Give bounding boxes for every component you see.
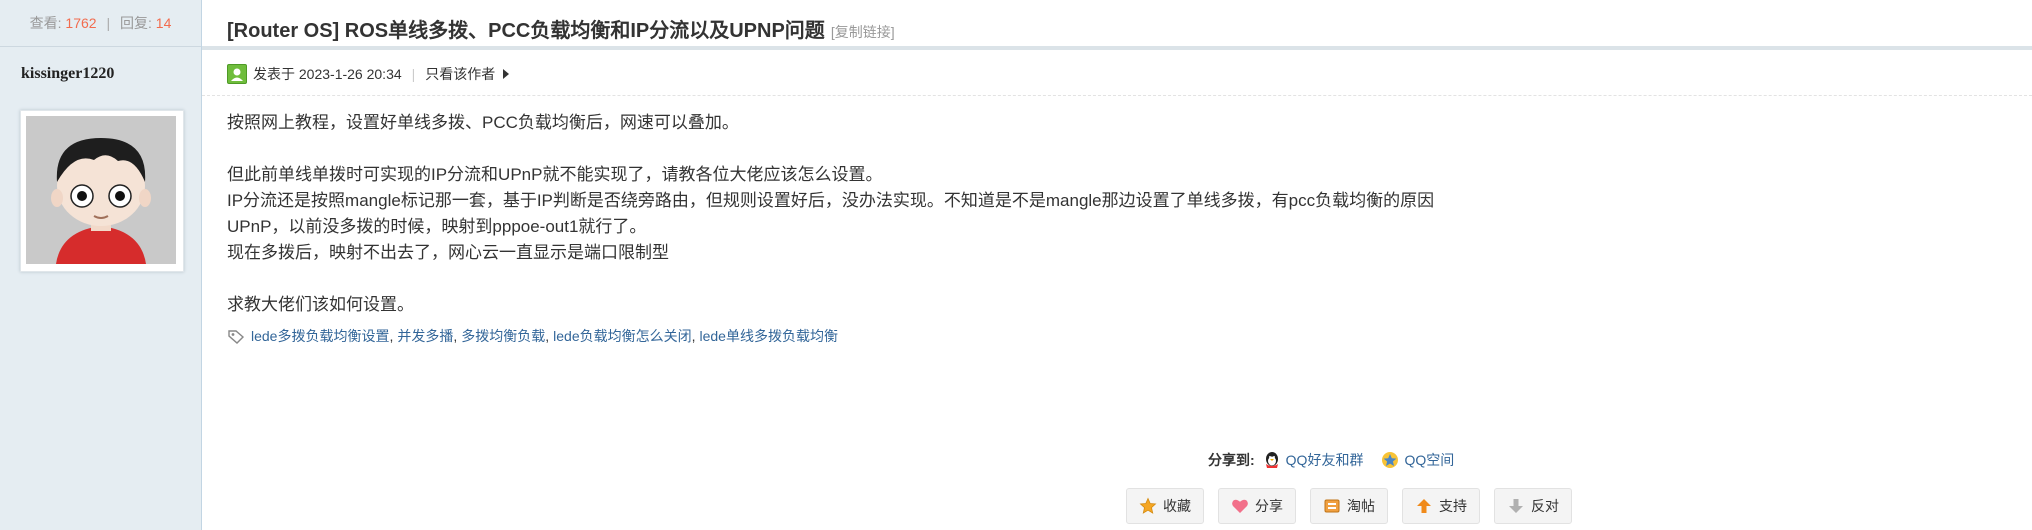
post-content: 按照网上教程，设置好单线多拨、PCC负载均衡后，网速可以叠加。 但此前单线单拨时…	[227, 110, 1927, 318]
views-label: 查看:	[29, 15, 62, 31]
share-label-button: 分享	[1255, 498, 1283, 514]
tag-link[interactable]: lede多拨负载均衡设置	[251, 326, 389, 346]
share-qzone[interactable]: QQ空间	[1381, 450, 1454, 470]
author-sidebar: 查看: 1762 | 回复: 14 kissinger1220	[0, 0, 202, 530]
share-bar: 分享到: QQ好友和群 QQ空间	[1208, 450, 1472, 470]
user-online-icon	[227, 64, 247, 84]
only-author-link[interactable]: 只看该作者	[425, 64, 495, 84]
tag-separator: ,	[453, 328, 458, 344]
avatar[interactable]	[20, 110, 184, 272]
share-qq-friends[interactable]: QQ好友和群	[1263, 450, 1364, 470]
meta-separator	[202, 95, 2032, 96]
tag-link[interactable]: lede单线多拨负载均衡	[700, 326, 838, 346]
share-button[interactable]: 分享	[1218, 488, 1296, 524]
box-icon	[1324, 499, 1340, 513]
qzone-star-icon	[1382, 452, 1399, 468]
thread-stats: 查看: 1762 | 回复: 14	[0, 0, 201, 47]
post-line: UPnP，以前没多拨的时候，映射到pppoe-out1就行了。	[227, 217, 647, 236]
support-button[interactable]: 支持	[1402, 488, 1480, 524]
posted-time: 2023-1-26 20:34	[298, 66, 402, 82]
post-line: IP分流还是按照mangle标记那一套，基于IP判断是否绕旁路由，但规则设置好后…	[227, 191, 1435, 210]
share-qq-friends-label: QQ好友和群	[1285, 452, 1364, 468]
thread-title-row: [Router OS] ROS单线多拨、PCC负载均衡和IP分流以及UPNP问题…	[227, 14, 895, 43]
post-line: 按照网上教程，设置好单线多拨、PCC负载均衡后，网速可以叠加。	[227, 113, 739, 132]
support-label: 支持	[1439, 498, 1467, 514]
replies-count: 14	[155, 15, 172, 31]
avatar-image	[26, 116, 176, 264]
share-qzone-label: QQ空间	[1404, 452, 1455, 468]
arrow-up-icon	[1417, 499, 1431, 513]
favorite-button[interactable]: 收藏	[1126, 488, 1204, 524]
taotie-label: 淘帖	[1347, 498, 1375, 514]
stats-divider: |	[106, 15, 111, 31]
qq-penguin-icon	[1265, 452, 1278, 468]
replies-label: 回复:	[120, 15, 152, 31]
author-name[interactable]: kissinger1220	[0, 47, 201, 83]
post-tags: lede多拨负载均衡设置, 并发多播, 多拨均衡负载, lede负载均衡怎么关闭…	[227, 326, 838, 346]
thread-title: [Router OS] ROS单线多拨、PCC负载均衡和IP分流以及UPNP问题	[227, 20, 825, 42]
favorite-label: 收藏	[1163, 498, 1191, 514]
tag-separator: ,	[389, 328, 394, 344]
views-count: 1762	[65, 15, 97, 31]
caret-right-icon	[503, 69, 510, 79]
star-icon	[1139, 497, 1157, 514]
oppose-button[interactable]: 反对	[1494, 488, 1572, 524]
taotie-button[interactable]: 淘帖	[1310, 488, 1388, 524]
copy-link[interactable]: [复制链接]	[831, 24, 895, 40]
post-line: 但此前单线单拨时可实现的IP分流和UPnP就不能实现了，请教各位大佬应该怎么设置…	[227, 165, 883, 184]
tag-icon	[228, 330, 245, 344]
meta-divider: |	[411, 66, 416, 82]
posted-prefix: 发表于	[253, 66, 295, 82]
tag-separator: ,	[691, 328, 696, 344]
post-line: 求教大佬们该如何设置。	[227, 295, 414, 314]
tag-link[interactable]: 并发多播	[397, 326, 453, 346]
share-label: 分享到:	[1208, 452, 1255, 468]
post-meta: 发表于 2023-1-26 20:34 | 只看该作者	[227, 64, 510, 84]
post-line: 现在多拨后，映射不出去了，网心云一直显示是端口限制型	[227, 243, 669, 262]
arrow-down-icon	[1509, 499, 1523, 513]
oppose-label: 反对	[1531, 498, 1559, 514]
heart-icon	[1232, 499, 1248, 513]
tag-link[interactable]: 多拨均衡负载	[461, 326, 545, 346]
tag-link[interactable]: lede负载均衡怎么关闭	[553, 326, 691, 346]
post-actions: 收藏 分享 淘帖 支持 反对	[1126, 488, 1572, 524]
tag-separator: ,	[545, 328, 550, 344]
